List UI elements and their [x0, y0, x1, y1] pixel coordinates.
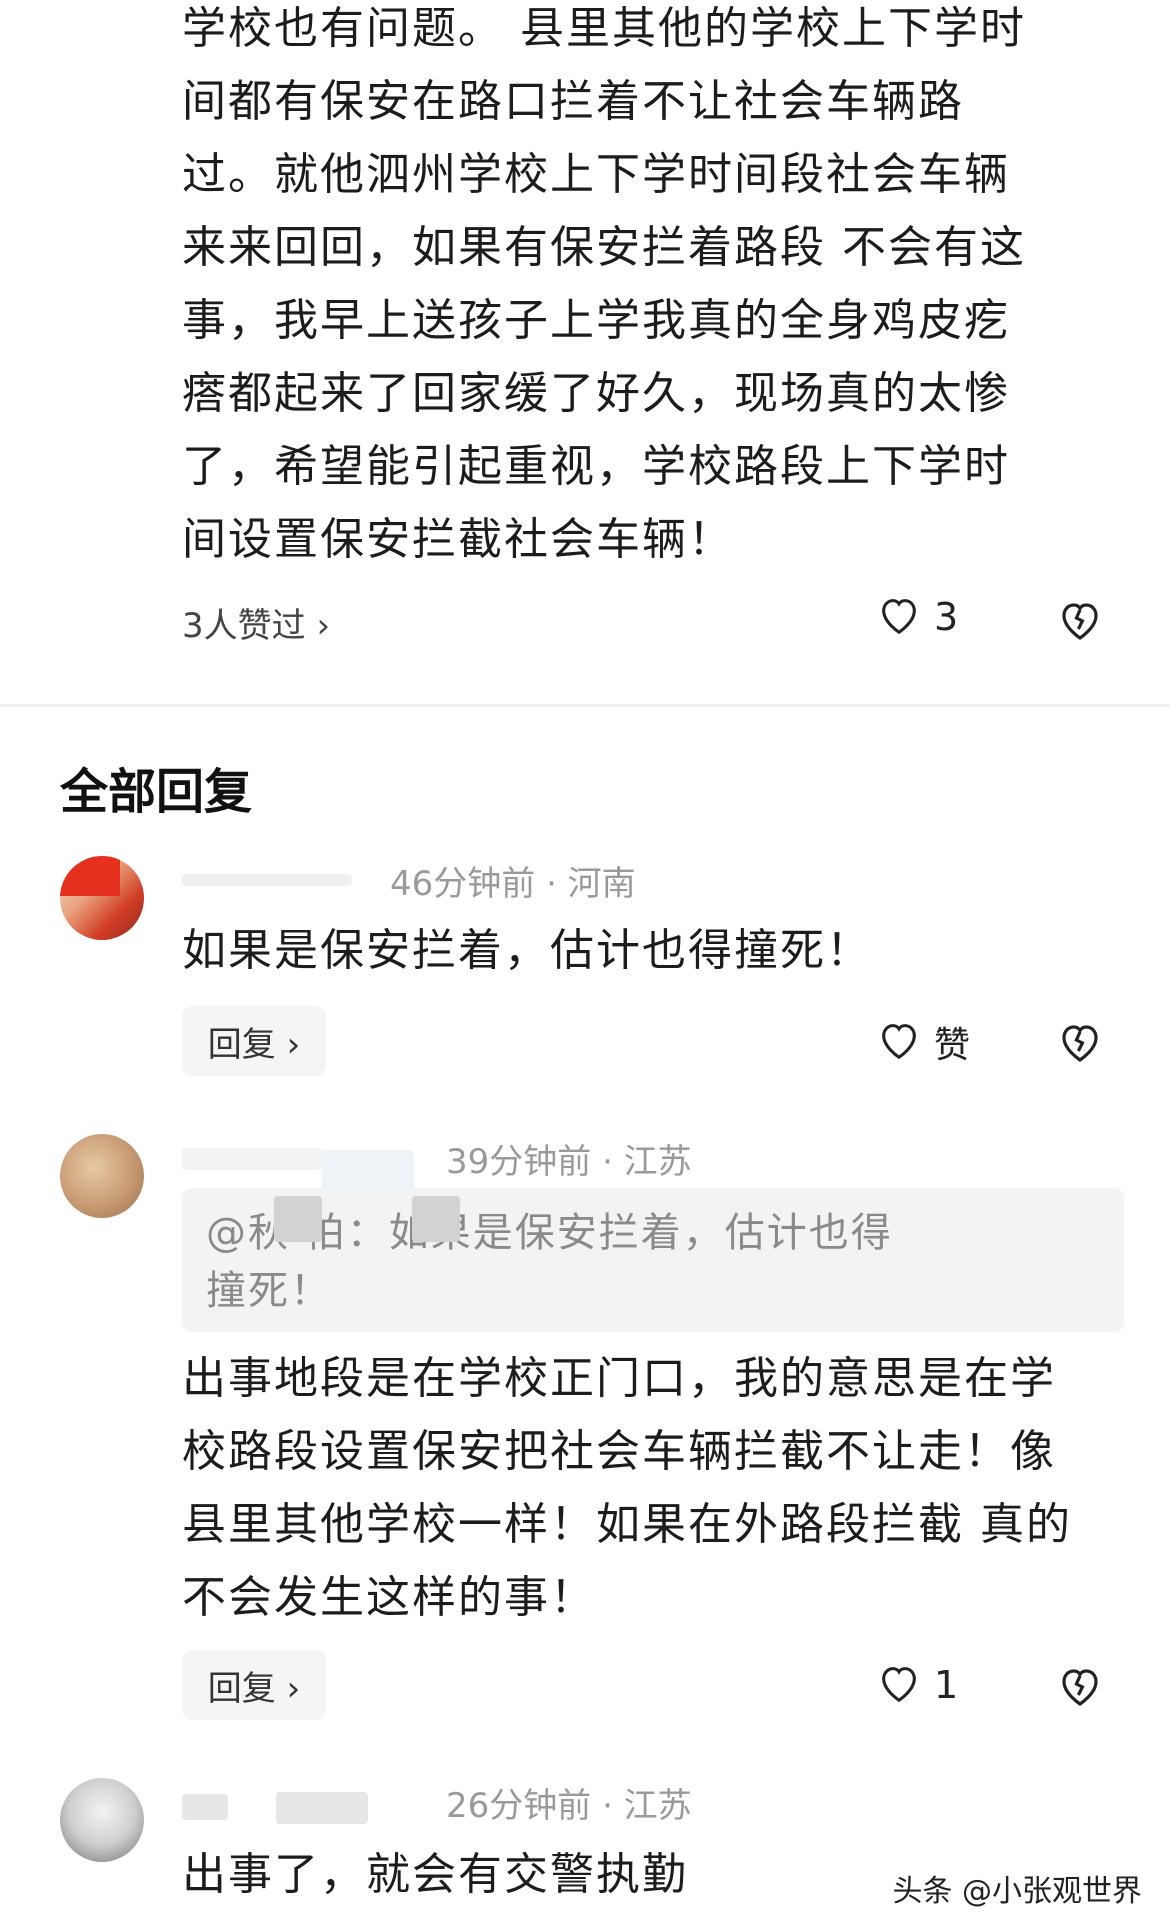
quoted-comment: @秋 柏：如果是保安拦着，估计也得 撞死！ [182, 1188, 1124, 1332]
like-button[interactable]: 3 [876, 592, 958, 642]
reply-meta: 26分钟前 · 江苏 [446, 1786, 692, 1826]
heart-icon [876, 1660, 922, 1710]
reply-text: 如果是保安拦着，估计也得撞死！ [182, 925, 872, 976]
dislike-button[interactable] [1056, 596, 1104, 648]
reply-text: 出事了，就会有交警执勤 [182, 1849, 688, 1900]
all-replies-title: 全部回复 [60, 764, 253, 820]
quote-redaction [274, 1196, 322, 1242]
section-divider [0, 704, 1170, 707]
reply-text: 出事地段是在学校正门口，我的意思是在学 校路段设置保安把社会车辆拦截不让走！像 … [182, 1353, 1072, 1623]
avatar[interactable] [60, 1778, 144, 1862]
like-count: 1 [934, 1663, 959, 1707]
broken-heart-icon [1056, 1025, 1104, 1070]
avatar[interactable] [60, 856, 144, 940]
dislike-button[interactable] [1056, 1662, 1104, 1714]
liked-by-link[interactable]: 3人赞过 › [182, 598, 330, 647]
like-count: 3 [934, 595, 959, 639]
reply-meta: 39分钟前 · 江苏 [446, 1142, 692, 1182]
heart-icon [876, 1017, 922, 1067]
watermark: 头条 @小张观世界 [892, 1874, 1142, 1909]
dislike-button[interactable] [1056, 1018, 1104, 1070]
heart-icon [876, 592, 922, 642]
avatar[interactable] [60, 1134, 144, 1218]
username-redacted [276, 1792, 368, 1824]
broken-heart-icon [1056, 603, 1104, 648]
like-button[interactable]: 1 [876, 1660, 958, 1710]
reply-button[interactable]: 回复 › [182, 1650, 326, 1720]
username-redacted [182, 1794, 228, 1820]
top-comment-text: 学校也有问题。 县里其他的学校上下学时 间都有保安在路口拦着不让社会车辆路 过。… [182, 3, 1026, 565]
quote-redaction [412, 1196, 460, 1242]
like-label: 赞 [934, 1025, 971, 1066]
reply-button[interactable]: 回复 › [182, 1006, 326, 1076]
broken-heart-icon [1056, 1669, 1104, 1714]
username-redacted [182, 874, 352, 886]
username-redacted [182, 1148, 322, 1170]
like-button[interactable]: 赞 [876, 1016, 970, 1068]
reply-meta: 46分钟前 · 河南 [390, 864, 636, 904]
